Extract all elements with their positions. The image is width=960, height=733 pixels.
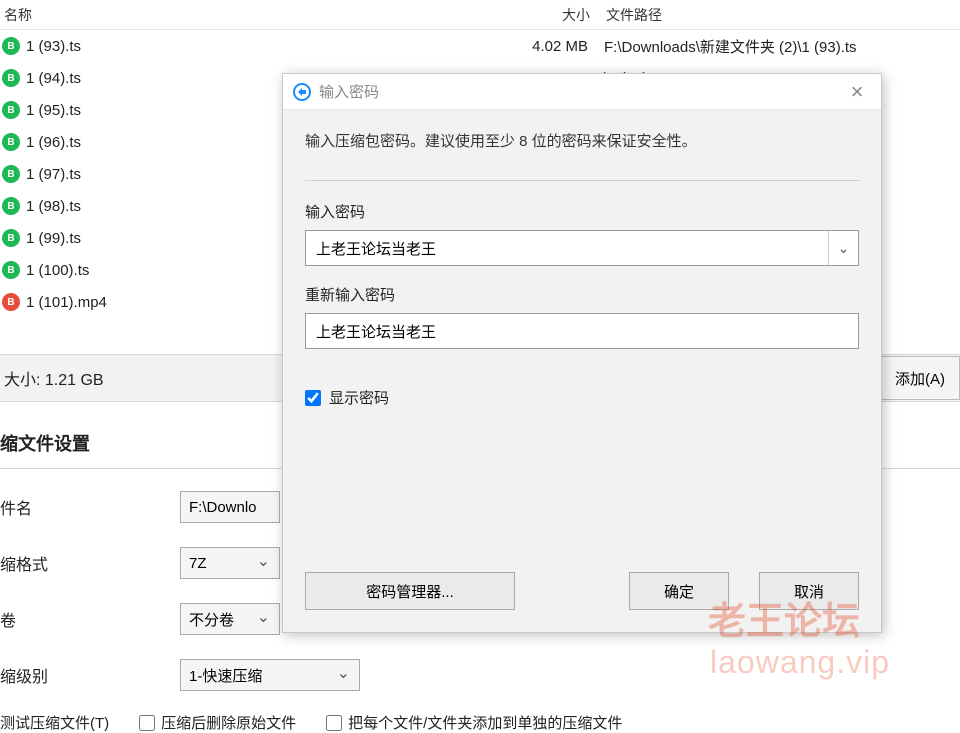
password-label: 输入密码 [305, 201, 859, 222]
file-icon: B [2, 229, 20, 247]
level-select[interactable] [180, 659, 360, 691]
filename-input[interactable] [180, 491, 280, 523]
add-button[interactable]: 添加(A) [880, 356, 960, 400]
confirm-password-label: 重新输入密码 [305, 284, 859, 305]
dialog-body: 输入压缩包密码。建议使用至少 8 位的密码来保证安全性。 输入密码 ⌄ 重新输入… [283, 110, 881, 572]
divider [305, 180, 859, 181]
close-icon[interactable]: × [843, 78, 871, 106]
format-label: 缩格式 [0, 551, 180, 575]
password-dialog: 输入密码 × 输入压缩包密码。建议使用至少 8 位的密码来保证安全性。 输入密码… [282, 73, 882, 633]
file-icon: B [2, 37, 20, 55]
volume-select[interactable] [180, 603, 280, 635]
file-path: F:\Downloads\新建文件夹 (2)\1 (93).ts [598, 36, 960, 57]
file-row[interactable]: B 1 (93).ts4.02 MBF:\Downloads\新建文件夹 (2)\… [0, 30, 960, 62]
file-icon: B [2, 165, 20, 183]
options-row: 测试压缩文件(T) 压缩后删除原始文件 把每个文件/文件夹添加到单独的压缩文件 [0, 712, 622, 733]
format-select[interactable] [180, 547, 280, 579]
dialog-buttons: 密码管理器... 确定 取消 [283, 572, 881, 632]
file-list-header: 名称 大小 文件路径 [0, 0, 960, 30]
filename-label: 件名 [0, 495, 180, 519]
delete-after-option[interactable]: 压缩后删除原始文件 [139, 712, 296, 733]
dialog-titlebar[interactable]: 输入密码 × [283, 74, 881, 110]
file-icon: B [2, 133, 20, 151]
volume-label: 卷 [0, 607, 180, 631]
file-icon: B [2, 197, 20, 215]
confirm-password-input[interactable] [305, 313, 859, 349]
separate-archive-option[interactable]: 把每个文件/文件夹添加到单独的压缩文件 [326, 712, 622, 733]
password-manager-button[interactable]: 密码管理器... [305, 572, 515, 610]
show-password-option[interactable]: 显示密码 [305, 387, 859, 408]
file-icon: B [2, 69, 20, 87]
file-icon: B [2, 101, 20, 119]
total-size-text: 大小: 1.21 GB [4, 366, 104, 390]
password-input[interactable] [306, 231, 828, 265]
file-name: 1 (93).ts [26, 38, 518, 55]
column-size[interactable]: 大小 [520, 5, 600, 25]
column-path[interactable]: 文件路径 [600, 5, 960, 25]
file-size: 4.02 MB [518, 38, 598, 55]
password-combo[interactable]: ⌄ [305, 230, 859, 266]
file-icon: B [2, 261, 20, 279]
cancel-button[interactable]: 取消 [759, 572, 859, 610]
column-name[interactable]: 名称 [0, 5, 520, 25]
ok-button[interactable]: 确定 [629, 572, 729, 610]
app-icon [293, 83, 311, 101]
chevron-down-icon[interactable]: ⌄ [828, 231, 858, 265]
dialog-title: 输入密码 [319, 81, 843, 102]
test-archive-label: 测试压缩文件(T) [0, 712, 109, 733]
file-icon: B [2, 293, 20, 311]
dialog-prompt: 输入压缩包密码。建议使用至少 8 位的密码来保证安全性。 [305, 130, 859, 154]
show-password-checkbox[interactable] [305, 390, 321, 406]
level-label: 缩级别 [0, 663, 180, 687]
delete-after-checkbox[interactable] [139, 715, 155, 731]
separate-archive-checkbox[interactable] [326, 715, 342, 731]
